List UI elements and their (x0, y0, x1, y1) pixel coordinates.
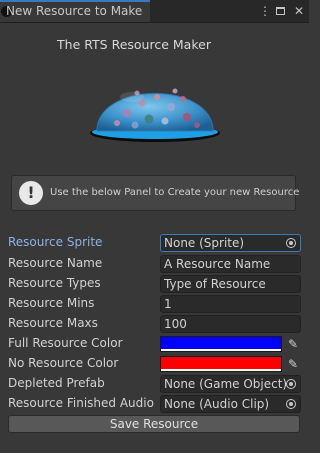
color-swatch (161, 357, 281, 369)
save-resource-button[interactable]: Save Resource (8, 415, 300, 433)
alpha-bar (161, 349, 281, 351)
help-box: ! Use the below Panel to Create your new… (11, 175, 300, 211)
no-resource-color-swatch[interactable] (160, 356, 282, 372)
field-label: Resource Name (8, 256, 103, 270)
eyedropper-icon[interactable]: ✎ (285, 336, 301, 352)
resource-maxs-input[interactable]: 100 (160, 315, 301, 333)
field-label: Resource Finished Audio (8, 396, 154, 410)
help-text: Use the below Panel to Create your new R… (50, 187, 300, 198)
eyedropper-icon[interactable]: ✎ (285, 356, 301, 372)
field-resource-maxs: Resource Maxs 100 (8, 315, 302, 333)
window-tab-bar: New Resource to Make ⋮ ✕ (0, 0, 309, 23)
resource-name-input[interactable]: A Resource Name (160, 255, 301, 273)
field-resource-sprite: Resource Sprite None (Sprite) (8, 234, 302, 252)
depleted-prefab-field[interactable]: None (Game Object) (160, 375, 301, 393)
window-controls: ⋮ ✕ (259, 3, 305, 19)
finished-audio-field[interactable]: None (Audio Clip) (160, 395, 301, 413)
field-label: Full Resource Color (8, 336, 123, 350)
kebab-menu-icon[interactable]: ⋮ (259, 3, 271, 19)
field-resource-name: Resource Name A Resource Name (8, 255, 302, 273)
tab-new-resource[interactable]: New Resource to Make (0, 0, 150, 22)
full-resource-color-swatch[interactable] (160, 336, 282, 352)
field-value: None (Game Object) (164, 377, 288, 391)
resource-types-input[interactable]: Type of Resource (160, 275, 301, 293)
field-resource-types: Resource Types Type of Resource (8, 275, 302, 293)
field-resource-finished-audio: Resource Finished Audio None (Audio Clip… (8, 395, 302, 413)
object-picker-icon[interactable] (286, 379, 296, 389)
resource-sprite-field[interactable]: None (Sprite) (160, 234, 301, 252)
field-label: No Resource Color (8, 356, 119, 370)
field-value: A Resource Name (164, 257, 271, 271)
field-label: Depleted Prefab (8, 376, 105, 390)
field-full-resource-color: Full Resource Color ✎ (8, 335, 302, 353)
field-depleted-prefab: Depleted Prefab None (Game Object) (8, 375, 302, 393)
resource-preview-image (90, 88, 220, 142)
field-value: None (Audio Clip) (164, 397, 270, 411)
field-label: Resource Sprite (8, 235, 103, 249)
field-value: 100 (164, 317, 187, 331)
page-title: The RTS Resource Maker (57, 37, 211, 52)
alpha-bar (161, 369, 281, 371)
field-label: Resource Maxs (8, 316, 98, 330)
field-no-resource-color: No Resource Color ✎ (8, 355, 302, 373)
warning-icon: ! (19, 181, 43, 205)
close-icon[interactable]: ✕ (293, 3, 305, 19)
color-swatch (161, 337, 281, 349)
field-label: Resource Types (8, 276, 101, 290)
maximize-icon[interactable] (276, 7, 288, 15)
field-value: Type of Resource (164, 277, 266, 291)
object-picker-icon[interactable] (286, 238, 296, 248)
field-value: 1 (164, 297, 172, 311)
object-picker-icon[interactable] (286, 399, 296, 409)
field-label: Resource Mins (8, 296, 95, 310)
resource-mins-input[interactable]: 1 (160, 295, 301, 313)
field-value: None (Sprite) (164, 236, 245, 250)
field-resource-mins: Resource Mins 1 (8, 295, 302, 313)
tab-title: New Resource to Make (6, 4, 143, 18)
